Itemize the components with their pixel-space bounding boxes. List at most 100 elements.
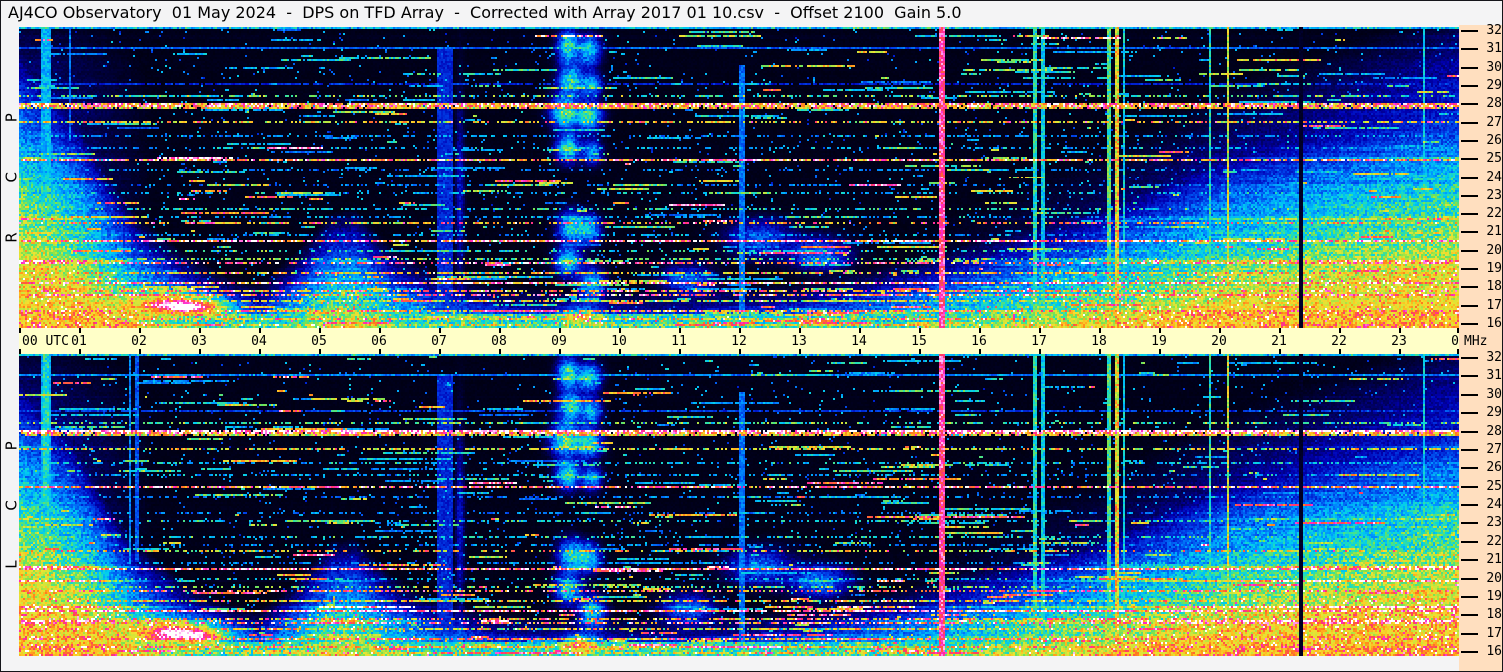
time-axis: 00 UTC 01 02 03 04 05 06 07 08 09 10 11 12 13 14 15 16 17… <box>19 328 1467 354</box>
freq-label: 31 <box>1486 41 1502 57</box>
frequency-unit-label: MHz <box>1464 334 1488 349</box>
freq-label: 25 <box>1486 151 1502 167</box>
hour-tick <box>799 328 801 333</box>
freq-label: 23 <box>1486 187 1502 203</box>
hour-tick <box>739 328 741 333</box>
hour-label: 09 <box>551 334 567 349</box>
hour-tick <box>139 349 141 354</box>
freq-label: 31 <box>1486 368 1502 384</box>
hour-label: 18 <box>1091 334 1107 349</box>
hour-label: 12 <box>731 334 747 349</box>
hour-tick <box>439 328 441 333</box>
lcp-spectrogram <box>19 354 1459 656</box>
hour-label: 21 <box>1271 334 1287 349</box>
freq-label: 29 <box>1486 405 1502 421</box>
hour-tick <box>1399 349 1401 354</box>
hour-tick <box>1279 349 1281 354</box>
hour-label: 07 <box>431 334 447 349</box>
hour-label: 23 <box>1391 334 1407 349</box>
freq-label: 19 <box>1486 588 1502 604</box>
freq-label: 18 <box>1486 279 1502 295</box>
hour-label: 08 <box>491 334 507 349</box>
freq-label: 22 <box>1486 533 1502 549</box>
hour-tick <box>1279 328 1281 333</box>
hour-tick <box>19 328 21 333</box>
hour-tick <box>1159 349 1161 354</box>
freq-label: 24 <box>1486 169 1502 185</box>
freq-label: 18 <box>1486 607 1502 623</box>
rcp-spectrogram <box>19 27 1459 328</box>
hour-label: 04 <box>251 334 267 349</box>
freq-label: 25 <box>1486 478 1502 494</box>
freq-label: 17 <box>1486 625 1502 641</box>
hour-label: 13 <box>791 334 807 349</box>
hour-tick <box>199 349 201 354</box>
hour-tick <box>1039 349 1041 354</box>
hour-tick <box>859 328 861 333</box>
title-bar: AJ4CO Observatory 01 May 2024 - DPS on T… <box>1 1 1457 25</box>
hour-tick <box>1039 328 1041 333</box>
freq-label: 24 <box>1486 497 1502 512</box>
hour-tick <box>379 328 381 333</box>
hour-tick <box>139 328 141 333</box>
freq-label: 26 <box>1486 460 1502 476</box>
freq-label: 23 <box>1486 515 1502 531</box>
hour-tick <box>19 349 21 354</box>
hour-label: 10 <box>611 334 627 349</box>
hour-tick <box>1399 328 1401 333</box>
freq-label: 29 <box>1486 77 1502 93</box>
freq-label: 32 <box>1486 350 1502 365</box>
hour-tick <box>259 328 261 333</box>
hour-tick <box>979 328 981 333</box>
hour-label: 06 <box>371 334 387 349</box>
hour-tick <box>559 349 561 354</box>
hour-tick <box>619 349 621 354</box>
hour-label: 02 <box>131 334 147 349</box>
freq-label: 27 <box>1486 441 1502 457</box>
freq-label: 28 <box>1486 96 1502 112</box>
page-title: AJ4CO Observatory 01 May 2024 - DPS on T… <box>8 3 962 22</box>
hour-tick <box>679 328 681 333</box>
hour-tick <box>1339 349 1341 354</box>
freq-label: 20 <box>1486 570 1502 586</box>
hour-tick <box>1219 328 1221 333</box>
hour-tick <box>1099 328 1101 333</box>
hour-label: 03 <box>191 334 207 349</box>
freq-label: 26 <box>1486 132 1502 148</box>
hour-tick <box>679 349 681 354</box>
hour-label: 15 <box>911 334 927 349</box>
freq-label: 16 <box>1486 644 1502 659</box>
hour-tick <box>319 328 321 333</box>
hour-label: 22 <box>1331 334 1347 349</box>
hour-label: 16 <box>971 334 987 349</box>
hour-tick <box>259 349 261 354</box>
hour-label: 20 <box>1211 334 1227 349</box>
hour-tick <box>979 349 981 354</box>
freq-label: 19 <box>1486 261 1502 277</box>
frequency-axis: MHz 32 31 30 29 28 27 26 25 24 23 22 21 20 19 18 17 16 32… <box>1459 23 1502 671</box>
spectrograph-window: AJ4CO Observatory 01 May 2024 - DPS on T… <box>0 0 1503 672</box>
hour-label: 01 <box>71 334 87 349</box>
freq-label: 30 <box>1486 59 1502 75</box>
hour-tick <box>319 349 321 354</box>
freq-label: 17 <box>1486 297 1502 313</box>
hour-tick <box>919 349 921 354</box>
hour-tick <box>1099 349 1101 354</box>
freq-label: 27 <box>1486 114 1502 130</box>
hour-label: 05 <box>311 334 327 349</box>
hour-tick <box>1159 328 1161 333</box>
hour-tick <box>919 328 921 333</box>
hour-tick <box>499 328 501 333</box>
hour-tick <box>1219 349 1221 354</box>
freq-label: 22 <box>1486 206 1502 222</box>
hour-label: 14 <box>851 334 867 349</box>
hour-tick <box>739 349 741 354</box>
freq-label: 28 <box>1486 423 1502 439</box>
hour-tick <box>79 328 81 333</box>
freq-label: 16 <box>1486 316 1502 331</box>
hour-tick <box>379 349 381 354</box>
freq-label: 21 <box>1486 224 1502 240</box>
hour-label: 17 <box>1031 334 1047 349</box>
hour-tick <box>439 349 441 354</box>
hour-tick <box>1339 328 1341 333</box>
